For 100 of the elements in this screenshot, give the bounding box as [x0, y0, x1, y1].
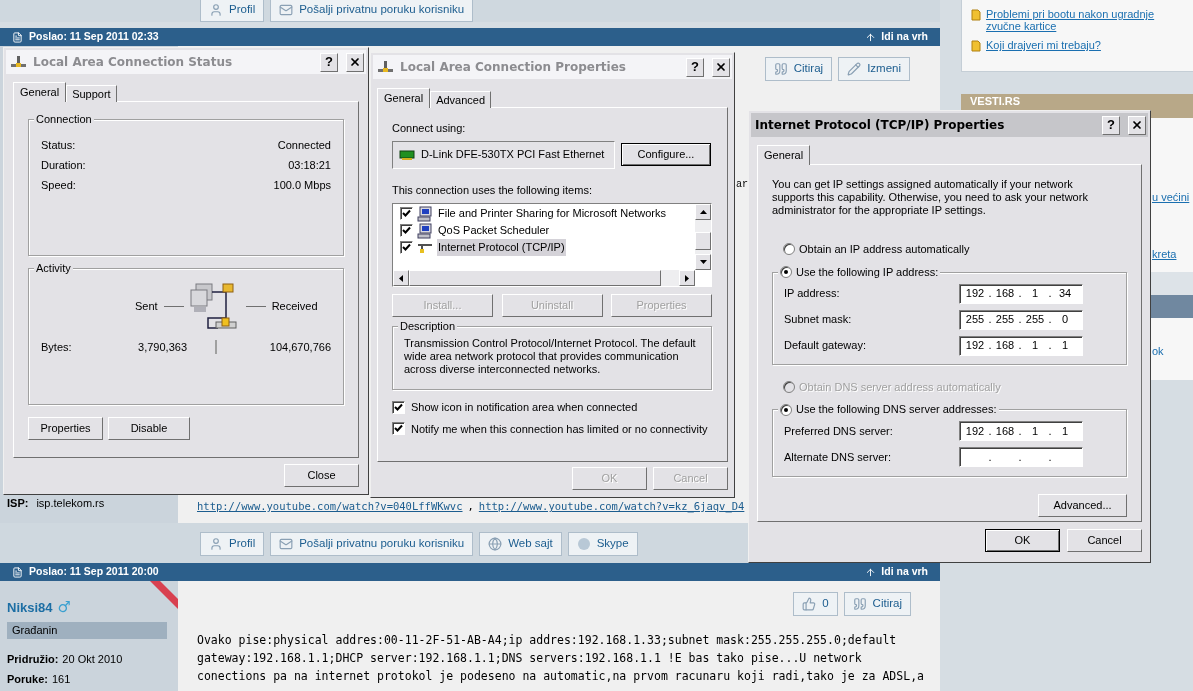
- list-item[interactable]: File and Printer Sharing for Microsoft Networks: [400, 205, 695, 222]
- gender-symbol: ♂: [57, 597, 71, 618]
- video-link[interactable]: http://www.youtube.com/watch?v=040LffWKwvc: [197, 500, 463, 513]
- field-label: Speed:: [41, 177, 76, 193]
- forum-button[interactable]: Profil: [200, 532, 265, 556]
- post-text: ar: [736, 178, 748, 192]
- field-label: Preferred DNS server:: [784, 423, 893, 439]
- pencil-icon: [847, 62, 862, 76]
- field-label: IP address:: [784, 286, 840, 302]
- person-icon: [209, 537, 223, 551]
- topic-link[interactable]: Problemi pri bootu nakon ugradnje zvučne kartice: [986, 8, 1189, 32]
- ip-address-field[interactable]: . . .: [959, 447, 1083, 467]
- network-card-icon: [399, 149, 415, 160]
- dialog-button[interactable]: Disable: [108, 417, 190, 440]
- news-link[interactable]: u većini: [1152, 189, 1193, 206]
- forum-button[interactable]: Citiraj: [843, 592, 911, 616]
- forum-button[interactable]: Skype: [567, 532, 638, 556]
- field-value: 03:18:21: [288, 157, 331, 173]
- quote-icon: [852, 597, 867, 611]
- received-label: Received: [271, 298, 318, 314]
- note-icon: [971, 40, 981, 52]
- network-icon: [377, 60, 394, 74]
- dialog-button[interactable]: OK: [985, 529, 1060, 552]
- window-title: Local Area Connection Properties: [400, 59, 626, 76]
- post-date: Poslao: 11 Sep 2011 20:00: [29, 564, 159, 580]
- ip-address-field[interactable]: 192 . 168 . 1 . 1: [959, 335, 1083, 356]
- ip-address-field[interactable]: 192 . 168 . 1 . 34: [959, 283, 1083, 304]
- close-icon: [715, 61, 727, 73]
- document-icon: [12, 31, 23, 43]
- sent-label: Sent: [135, 298, 158, 314]
- horizontal-scrollbar[interactable]: [393, 270, 695, 286]
- forum-button[interactable]: Izmeni: [838, 57, 910, 81]
- help-button[interactable]: ?: [686, 57, 704, 77]
- document-icon: [12, 566, 23, 578]
- checkbox[interactable]: [392, 400, 405, 414]
- radio-button[interactable]: [780, 266, 792, 278]
- vertical-scrollbar[interactable]: [695, 204, 711, 270]
- field-label: ISP:: [7, 495, 29, 511]
- help-button[interactable]: ?: [320, 52, 338, 72]
- tab[interactable]: Advanced: [430, 91, 492, 108]
- field-label: Alternate DNS server:: [784, 449, 891, 465]
- help-button[interactable]: ?: [1102, 115, 1120, 135]
- post-text-line: conections pa na internet protokol je podeseno na automatic,na prvom racunaru koji radi,tako je za ADSL,a: [197, 668, 925, 685]
- dialog-button[interactable]: Advanced...: [1038, 494, 1127, 517]
- field-label: Status:: [41, 137, 76, 153]
- sent-bytes: 3,790,363: [137, 340, 187, 355]
- checkbox-label: Show icon in notification area when connected: [411, 400, 638, 415]
- radio-label: Obtain an IP address automatically: [799, 242, 970, 257]
- arrow-down-icon: [699, 260, 707, 264]
- computer-icon: [417, 205, 433, 222]
- arrow-left-icon: [399, 274, 403, 282]
- forum-button[interactable]: Profil: [200, 0, 265, 22]
- window-title: Internet Protocol (TCP/IP) Properties: [755, 117, 1005, 134]
- checkbox-label: Notify me when this connection has limited or no connectivity: [411, 421, 708, 437]
- computer-icon: [417, 222, 433, 239]
- forum-button[interactable]: 0: [793, 592, 838, 616]
- tab[interactable]: General: [757, 145, 811, 165]
- arrow-up-icon: [865, 31, 877, 43]
- back-to-top-link[interactable]: Idi na vrh: [865, 29, 928, 45]
- list-item[interactable]: Internet Protocol (TCP/IP): [400, 239, 695, 256]
- post-date: Poslao: 11 Sep 2011 02:33: [29, 29, 159, 45]
- topic-link[interactable]: Koji drajveri mi trebaju?: [986, 39, 1101, 51]
- ip-address-field[interactable]: 255 . 255 . 255 . 0: [959, 309, 1083, 330]
- section-label: Connect using:: [392, 121, 467, 136]
- forum-button[interactable]: Pošalji privatnu poruku korisniku: [270, 0, 474, 22]
- dialog-button[interactable]: Properties: [28, 417, 103, 440]
- envelope-icon: [279, 3, 294, 17]
- group-label: Description: [400, 319, 456, 335]
- tab[interactable]: Support: [66, 85, 117, 102]
- dialog-button[interactable]: Cancel: [1067, 529, 1142, 552]
- person-icon: [209, 3, 223, 17]
- intro-text: You can get IP settings assigned automatically if your network supports this capability. Otherwise, you need to ask your network administrator for the appropriate IP settings.: [772, 178, 1089, 217]
- network-activity-icon: [189, 282, 240, 330]
- field-label: Bytes:: [41, 340, 73, 355]
- ip-address-field[interactable]: 192 . 168 . 1 . 1: [959, 421, 1083, 441]
- video-link[interactable]: http://www.youtube.com/watch?v=kz_6jaqv_D4: [478, 500, 745, 513]
- field-label: Pridružio:: [7, 651, 59, 667]
- forum-button[interactable]: Citiraj: [764, 57, 833, 81]
- tab[interactable]: General: [377, 88, 431, 108]
- dialog-button[interactable]: Close: [284, 464, 359, 487]
- radio-label: Obtain DNS server address automatically: [799, 379, 1001, 395]
- close-button[interactable]: [1128, 115, 1146, 135]
- list-item[interactable]: QoS Packet Scheduler: [400, 222, 695, 239]
- field-value: 20 Okt 2010: [62, 651, 123, 667]
- close-button[interactable]: [712, 57, 730, 77]
- news-link[interactable]: kreta: [1152, 245, 1193, 262]
- checkbox[interactable]: [392, 422, 405, 436]
- forum-button[interactable]: Pošalji privatnu poruku korisniku: [270, 532, 474, 556]
- section-label: This connection uses the following items:: [392, 182, 593, 198]
- radio-label: Use the following DNS server addresses:: [796, 402, 997, 418]
- forum-button[interactable]: Web sajt: [479, 532, 562, 556]
- user-rank: Građanin: [7, 621, 167, 639]
- close-button[interactable]: [346, 52, 364, 72]
- username[interactable]: Niksi84: [7, 597, 53, 617]
- radio-button[interactable]: [783, 243, 795, 256]
- dialog-button[interactable]: Configure...: [621, 143, 711, 166]
- post-text-line: gateway:192.168.1.1;DHCP server:192.168.1.1;DNS servers:192.168.1.1 !E bas tako pise...U network: [197, 650, 863, 667]
- arrow-up-icon: [699, 210, 707, 214]
- back-to-top-link[interactable]: Idi na vrh: [865, 564, 928, 580]
- tab[interactable]: General: [13, 82, 67, 102]
